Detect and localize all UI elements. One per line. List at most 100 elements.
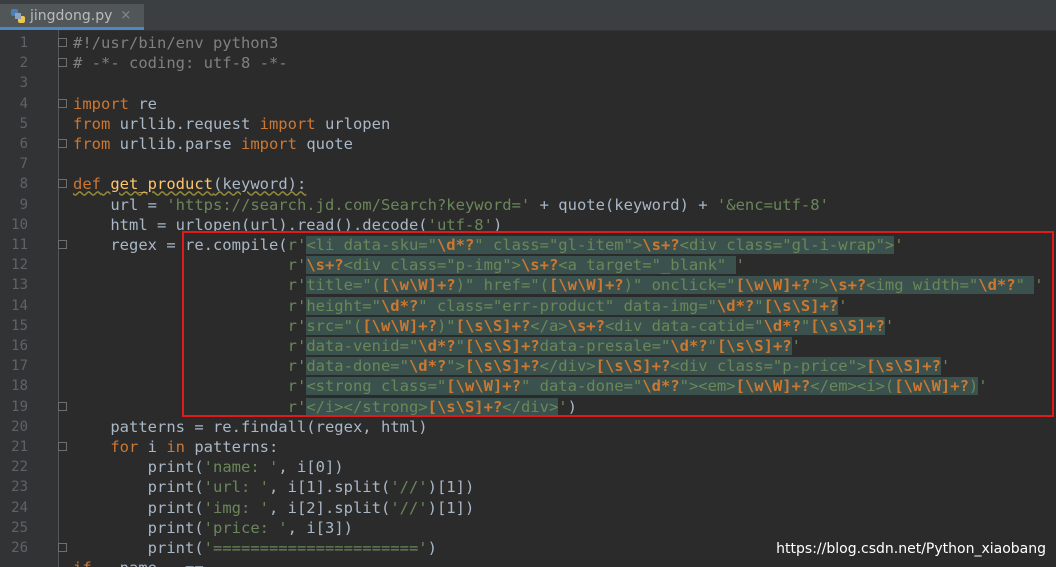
code-token: ' (791, 337, 801, 355)
code-token: <div class="gl-i-wrap"> (679, 236, 895, 254)
code-token: , i[0]) (278, 458, 344, 477)
line-number: 21 (11, 439, 28, 455)
code-token: 'utf-8' (427, 215, 493, 234)
code-line[interactable]: 13 r'title="([\w\W]+?)" href="([\w\W]+?)… (0, 275, 1056, 295)
code-text: r'\s+?<div class="p-img">\s+?<a target="… (73, 255, 745, 275)
code-line[interactable]: 25 print('price: ', i[3]) (0, 518, 1056, 538)
code-line[interactable]: 22 print('name: ', i[0]) (0, 457, 1056, 477)
code-token: [\s\S]+? (455, 316, 531, 335)
fold-marker-icon[interactable] (58, 139, 67, 148)
close-icon[interactable]: × (120, 8, 131, 23)
code-token: ' (735, 256, 745, 275)
line-number: 9 (19, 196, 28, 213)
code-token: <div data-catid=" (604, 316, 764, 335)
code-token: ) (567, 397, 577, 416)
code-token: [\s\S]+? (810, 316, 885, 335)
code-token: print( (73, 498, 204, 517)
code-token: '======================' (203, 539, 428, 557)
code-token: import (240, 135, 297, 153)
code-token: [\w\W]+? (735, 377, 811, 396)
code-token: ' (940, 357, 951, 376)
code-text: from urllib.parse import quote (73, 134, 353, 154)
code-token: \d*? (408, 357, 447, 376)
line-number: 14 (11, 297, 28, 314)
code-token: )" (436, 316, 456, 335)
code-text: print('======================') (73, 538, 437, 558)
code-line[interactable]: 20 patterns = re.findall(regex, html) (0, 417, 1056, 437)
fold-marker-icon[interactable] (58, 179, 67, 189)
code-token: '//' (390, 478, 428, 497)
code-line[interactable]: if __name__ == (0, 558, 1056, 567)
code-token: </em><i>( (810, 377, 895, 396)
code-line[interactable]: 10 html = urlopen(url).read().decode('ut… (0, 215, 1056, 235)
code-token: <div class="p-img"> (343, 256, 521, 275)
code-token: print( (73, 518, 204, 537)
code-line[interactable]: 6 from urllib.parse import quote (0, 134, 1056, 154)
code-token: )" href="( (455, 276, 549, 295)
code-token: [\s\S]+? (866, 357, 941, 376)
code-line[interactable]: 18 r'<strong class="[\w\W]+?" data-done=… (0, 376, 1056, 396)
code-token: i (138, 438, 167, 456)
code-token: ' (884, 316, 895, 335)
code-line[interactable]: 8 def get_product(keyword): (0, 174, 1056, 194)
code-line[interactable]: 5 from urllib.request import urlopen (0, 114, 1056, 134)
code-token: " (800, 316, 811, 335)
line-number: 18 (11, 378, 28, 395)
code-text: for i in patterns: (73, 437, 278, 457)
code-token: 'url: ' (203, 478, 269, 497)
code-line[interactable]: 2 # -*- coding: utf-8 -*- (0, 53, 1056, 73)
code-token: print( (73, 478, 204, 497)
code-line[interactable]: 4 import re (0, 94, 1056, 114)
code-token: [\w\W]+? (548, 276, 624, 295)
code-token: for (110, 438, 139, 456)
code-line[interactable]: 14 r'height="\d*?" class="err-product" d… (0, 296, 1056, 316)
code-line[interactable]: 15 r'src="([\w\W]+?)"[\s\S]+?</a>\s+?<di… (0, 316, 1056, 336)
code-token: [\w\W]+? (380, 276, 456, 295)
fold-marker-icon[interactable] (58, 98, 67, 108)
line-number: 10 (11, 216, 28, 233)
code-line[interactable]: 16 r'data-venid="\d*?"[\s\S]+?data-presa… (0, 336, 1056, 356)
code-token: , i[3]) (287, 518, 353, 537)
code-line[interactable]: 21 for i in patterns: (0, 437, 1056, 457)
code-token: from (73, 135, 111, 153)
code-line[interactable]: 1 #!/usr/bin/env python3 (0, 33, 1056, 53)
tab-jingdong-py[interactable]: jingdong.py × (0, 4, 144, 30)
code-text: r'data-done="\d*?">[\s\S]+?</div>[\s\S]+… (73, 356, 950, 376)
fold-marker-icon[interactable] (58, 240, 67, 249)
code-token: patterns: (185, 438, 279, 456)
code-line[interactable]: 23 print('url: ', i[1].split('//')[1]) (0, 477, 1056, 497)
code-line[interactable]: 19 r'</i></strong>[\s\S]+?</div>') (0, 397, 1056, 417)
code-token: \d*? (418, 337, 456, 355)
code-editor[interactable]: 1 #!/usr/bin/env python3 2 # -*- coding: ut… (0, 30, 1056, 567)
code-line[interactable]: 3 (0, 73, 1056, 93)
code-line[interactable]: 9 url = 'https://search.jd.com/Search?ke… (0, 195, 1056, 215)
code-token: )[1]) (427, 498, 475, 517)
fold-marker-icon[interactable] (58, 442, 67, 451)
fold-marker-icon[interactable] (58, 38, 67, 47)
code-token: html = urlopen(url).read().decode( (73, 215, 428, 234)
fold-marker-icon[interactable] (58, 401, 67, 411)
code-token: patterns = re.findall(regex, html) (73, 417, 428, 436)
python-file-icon (11, 8, 25, 23)
code-token: [\s\S]+? (464, 337, 540, 355)
code-line[interactable]: 24 print('img: ', i[2].split('//')[1]) (0, 498, 1056, 518)
code-line[interactable]: 17 r'data-done="\d*?">[\s\S]+?</div>[\s\… (0, 356, 1056, 376)
code-line[interactable]: 11 regex = re.compile(r'<li data-sku="\d… (0, 235, 1056, 255)
code-token: )[1]) (427, 478, 475, 497)
code-token: from (73, 114, 111, 133)
line-number: 25 (11, 519, 28, 536)
code-token: \d*? (436, 236, 475, 254)
fold-marker-icon[interactable] (58, 543, 67, 552)
code-token: r' (287, 256, 307, 275)
code-token: ' (894, 236, 904, 254)
code-token: \s+? (828, 276, 867, 295)
code-line[interactable]: 7 (0, 154, 1056, 174)
line-number: 2 (19, 55, 28, 72)
code-token: print( (73, 539, 204, 557)
code-token: r' (287, 316, 307, 335)
code-line[interactable]: 12 r'\s+?<div class="p-img">\s+?<a targe… (0, 255, 1056, 275)
fold-marker-icon[interactable] (58, 58, 67, 68)
code-text: print('name: ', i[0]) (73, 457, 344, 477)
